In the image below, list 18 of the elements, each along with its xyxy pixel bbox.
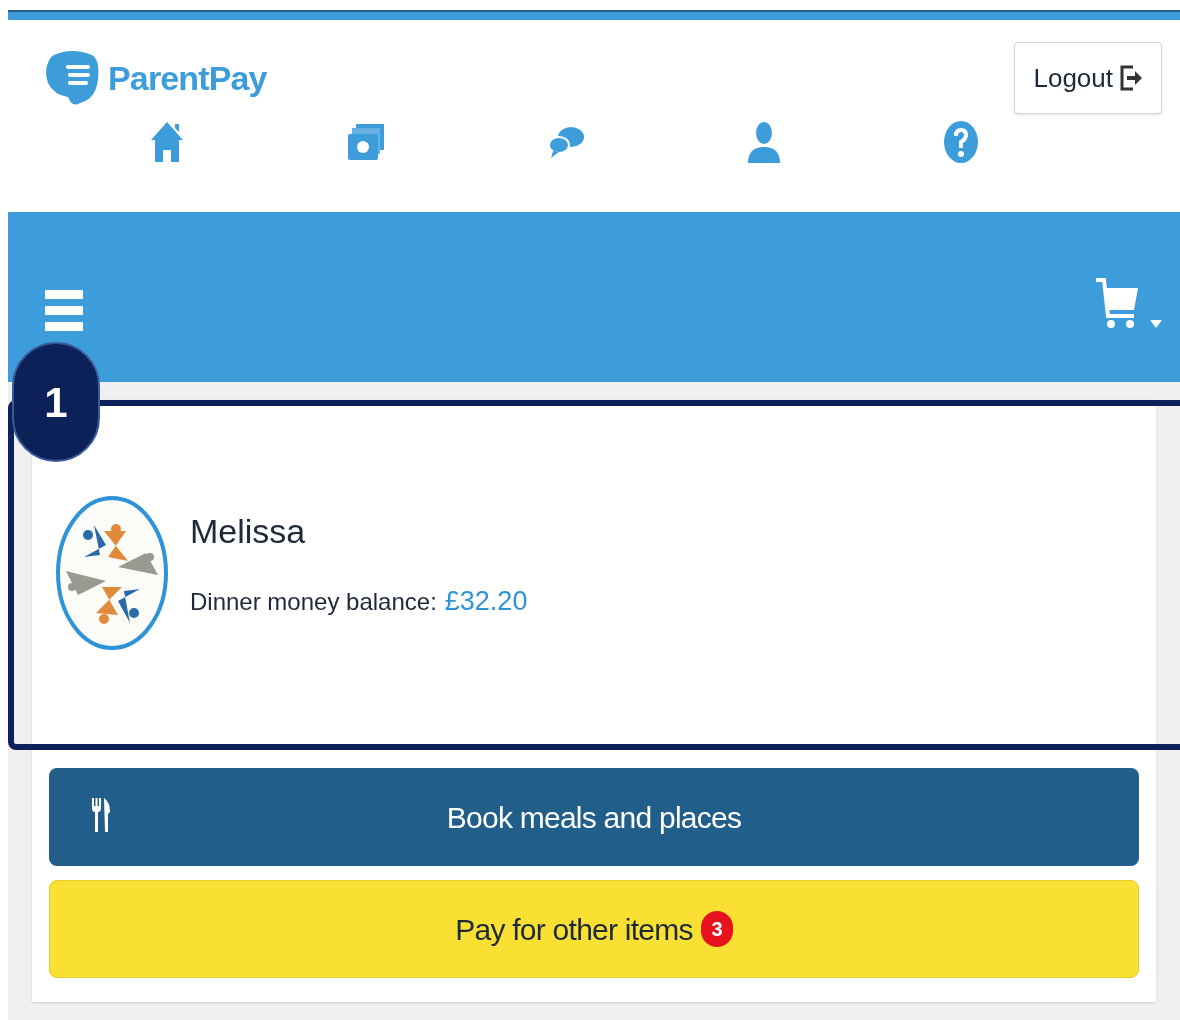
user-icon[interactable]: [746, 121, 783, 163]
book-meals-button[interactable]: Book meals and places: [49, 768, 1139, 866]
money-icon[interactable]: [345, 122, 386, 162]
caret-icon[interactable]: [1150, 320, 1162, 328]
cutlery-icon: [91, 798, 111, 832]
menu-icon[interactable]: [45, 290, 83, 332]
balance-amount: £32.20: [444, 585, 528, 619]
logout-button[interactable]: Logout: [1014, 42, 1162, 114]
child-name: Melissa: [190, 511, 307, 553]
pay-other-items-button[interactable]: Pay for other items 3: [49, 880, 1139, 978]
logout-icon: [1119, 65, 1143, 91]
balance-label: Dinner money balance:: [190, 586, 437, 617]
people-logo-icon: [56, 495, 168, 651]
count-badge: 3: [700, 911, 733, 947]
home-icon[interactable]: [148, 120, 185, 164]
help-icon[interactable]: [943, 120, 980, 164]
logo-icon: [44, 49, 100, 107]
logo-text: ParentPay: [108, 57, 267, 99]
